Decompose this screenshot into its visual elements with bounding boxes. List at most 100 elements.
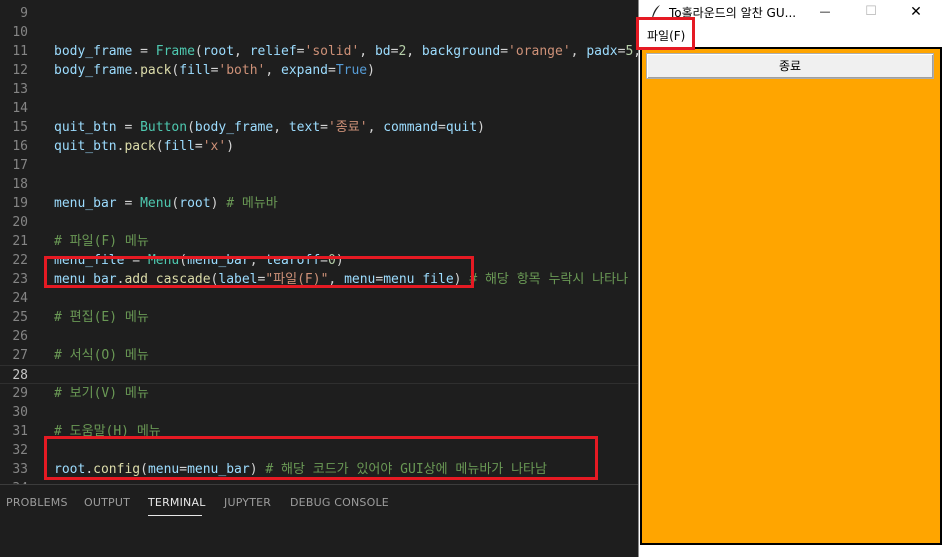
code-line[interactable]: 15 quit_btn = Button(body_frame, text='종료… — [0, 118, 640, 137]
code-text: quit_btn = Button(body_frame, text='종료',… — [54, 118, 485, 137]
body-frame: 종료 — [642, 49, 940, 543]
code-token: ) — [477, 120, 485, 135]
line-number: 11 — [12, 44, 28, 59]
highlight-add-cascade-line — [44, 256, 474, 288]
code-line[interactable]: 29 # 보기(V) 메뉴 — [0, 384, 640, 403]
code-token: ) — [210, 196, 227, 211]
code-token: body_frame — [194, 120, 274, 135]
code-token: # 서식(O) 메뉴 — [54, 348, 149, 363]
code-token: , — [406, 44, 422, 59]
code-token: '종료' — [327, 120, 368, 135]
line-number: 10 — [12, 25, 28, 40]
code-token: pack — [140, 63, 172, 78]
code-token: # 보기(V) 메뉴 — [54, 386, 149, 401]
line-number: 31 — [12, 424, 28, 439]
tab-terminal[interactable]: TERMINAL — [148, 496, 206, 509]
line-number: 19 — [12, 196, 28, 211]
code-token: 'x' — [202, 139, 227, 154]
code-token: Menu — [140, 196, 172, 211]
code-token: ( — [155, 139, 164, 154]
line-number: 12 — [12, 63, 28, 78]
code-line[interactable]: 9 — [0, 4, 640, 23]
code-token: ( — [194, 44, 203, 59]
code-text: body_frame = Frame(root, relief='solid',… — [54, 42, 640, 61]
code-line[interactable]: 25 # 편집(E) 메뉴 — [0, 308, 640, 327]
code-token: root — [202, 44, 235, 59]
line-number: 13 — [12, 82, 28, 97]
code-token: 'solid' — [304, 44, 360, 59]
line-number: 27 — [12, 348, 28, 363]
code-token: bd — [374, 44, 391, 59]
code-line[interactable]: 20 — [0, 213, 640, 232]
line-number: 25 — [12, 310, 28, 325]
code-token: fill — [179, 63, 211, 78]
window-bottom-edge — [639, 545, 943, 557]
bottom-panel: PROBLEMS OUTPUT TERMINAL JUPYTER DEBUG C… — [0, 484, 640, 557]
code-token: # 파일(F) 메뉴 — [54, 234, 149, 249]
code-token: relief — [249, 44, 297, 59]
code-token: , — [359, 44, 375, 59]
code-token: = — [116, 120, 141, 135]
code-token: Button — [140, 120, 188, 135]
code-line[interactable]: 11 body_frame = Frame(root, relief='solid… — [0, 42, 640, 61]
code-token: 'both' — [218, 63, 266, 78]
code-token: command — [383, 120, 439, 135]
highlight-root-config-line — [44, 436, 598, 480]
code-token: = — [296, 44, 305, 59]
code-text: # 서식(O) 메뉴 — [54, 346, 149, 365]
active-tab-indicator — [148, 515, 202, 516]
code-text: # 파일(F) 메뉴 — [54, 232, 149, 251]
line-number: 21 — [12, 234, 28, 249]
code-line[interactable]: 17 — [0, 156, 640, 175]
line-number: 28 — [12, 368, 28, 383]
code-line[interactable]: 28 — [0, 365, 640, 384]
code-token: background — [421, 44, 501, 59]
code-line[interactable]: 16 quit_btn.pack(fill='x') — [0, 137, 640, 156]
code-token: menu_bar — [54, 196, 117, 211]
code-line[interactable]: 24 — [0, 289, 640, 308]
code-line[interactable]: 12 body_frame.pack(fill='both', expand=Tr… — [0, 61, 640, 80]
code-token: body_frame — [54, 63, 133, 78]
code-line[interactable]: 30 — [0, 403, 640, 422]
code-editor[interactable]: 9 10 11 body_frame = Frame(root, relief='so… — [0, 0, 640, 484]
code-token: = — [438, 120, 446, 135]
code-line[interactable]: 26 — [0, 327, 640, 346]
tab-jupyter[interactable]: JUPYTER — [224, 496, 271, 509]
code-token: True — [335, 63, 368, 78]
quit-button[interactable]: 종료 — [646, 53, 934, 79]
code-text: menu_bar = Menu(root) # 메뉴바 — [54, 194, 278, 213]
line-number: 33 — [12, 462, 28, 477]
tab-problems[interactable]: PROBLEMS — [6, 496, 68, 509]
code-line[interactable]: 14 — [0, 99, 640, 118]
line-number: 16 — [12, 139, 28, 154]
code-line[interactable]: 18 — [0, 175, 640, 194]
tab-debug-console[interactable]: DEBUG CONSOLE — [290, 496, 389, 509]
code-token: , — [234, 44, 250, 59]
code-line[interactable]: 19 menu_bar = Menu(root) # 메뉴바 — [0, 194, 640, 213]
minimize-button[interactable]: — — [810, 2, 840, 22]
code-text: # 보기(V) 메뉴 — [54, 384, 149, 403]
tk-window: To홀라운드의 알찬 GU... — ☐ ✕ 파일(F) 종료 — [638, 0, 943, 557]
maximize-button[interactable]: ☐ — [856, 2, 886, 22]
code-token: , — [570, 44, 587, 59]
code-token: = — [327, 63, 336, 78]
highlight-menu-file — [636, 17, 695, 50]
tab-output[interactable]: OUTPUT — [84, 496, 130, 509]
code-token: padx — [586, 44, 618, 59]
line-number: 14 — [12, 101, 28, 116]
code-token: , — [273, 120, 289, 135]
code-token: = — [320, 120, 328, 135]
line-number: 18 — [12, 177, 28, 192]
code-line[interactable]: 13 — [0, 80, 640, 99]
line-number: 30 — [12, 405, 28, 420]
line-number: 23 — [12, 272, 28, 287]
code-token: expand — [281, 63, 328, 78]
code-token: # 해당 항목 누락시 나타나 — [469, 272, 629, 287]
code-token: pack — [124, 139, 156, 154]
line-number: 17 — [12, 158, 28, 173]
close-button[interactable]: ✕ — [901, 2, 931, 22]
line-number: 20 — [12, 215, 28, 230]
code-line[interactable]: 21 # 파일(F) 메뉴 — [0, 232, 640, 251]
code-line[interactable]: 27 # 서식(O) 메뉴 — [0, 346, 640, 365]
code-line[interactable]: 10 — [0, 23, 640, 42]
